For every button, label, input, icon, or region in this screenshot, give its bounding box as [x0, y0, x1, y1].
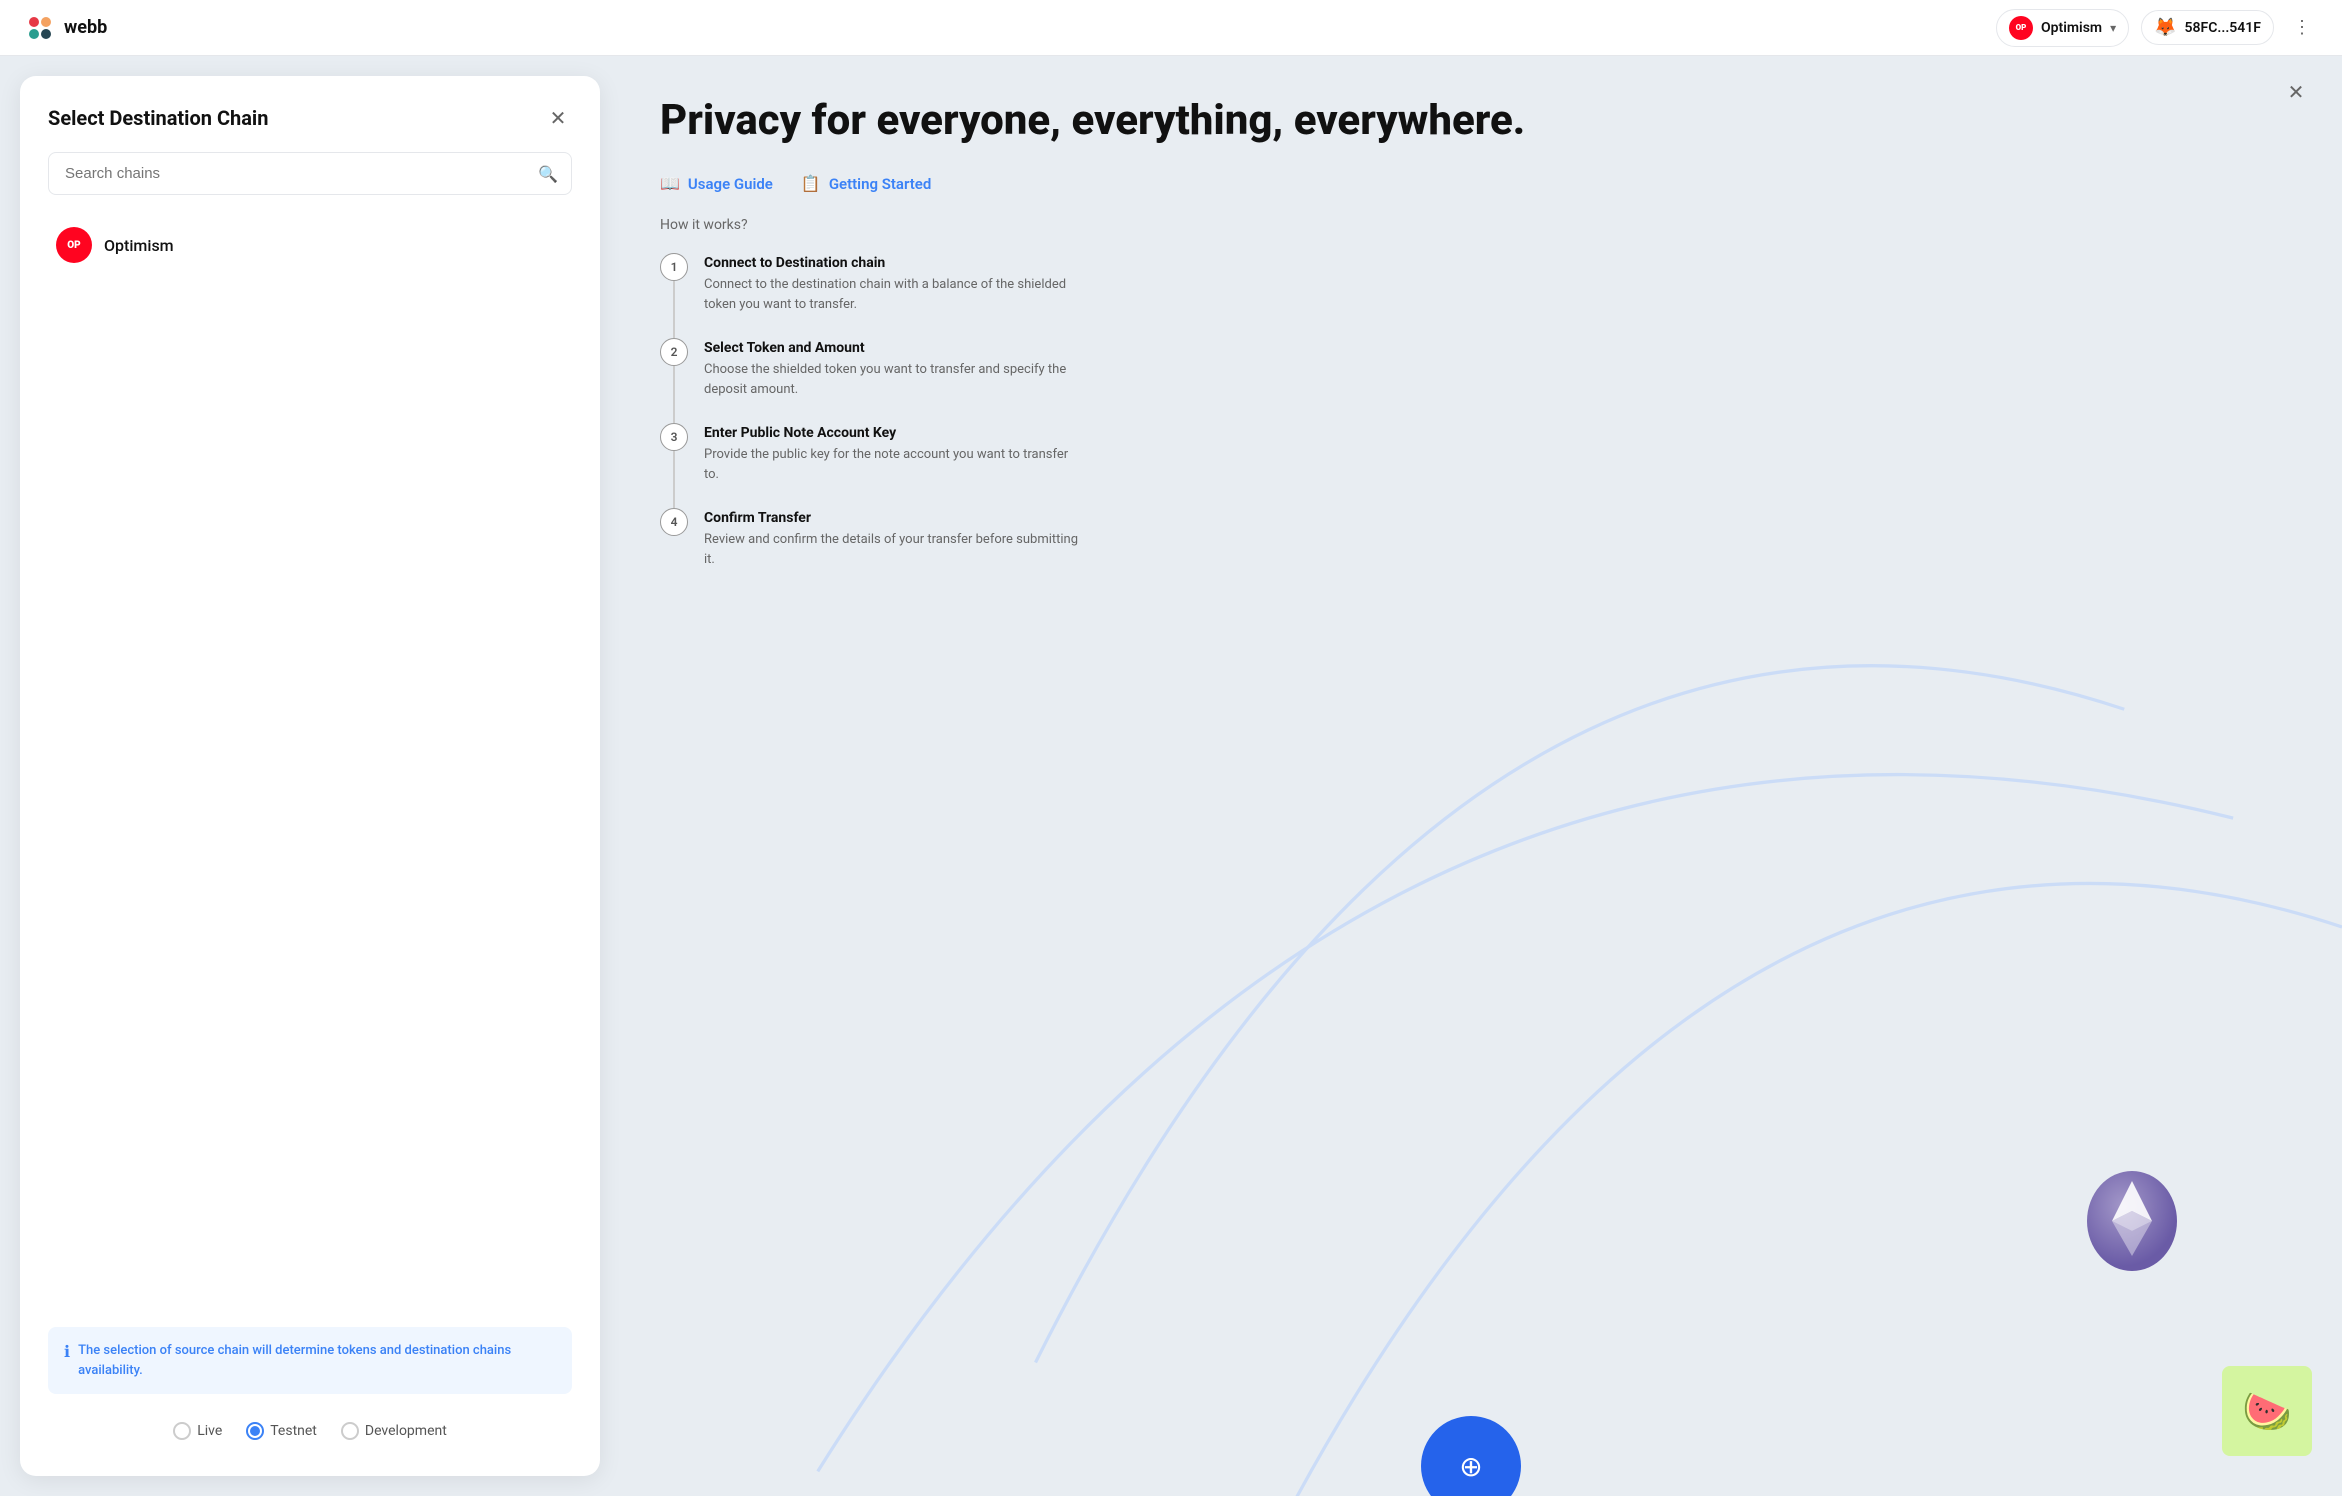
step-1-line [673, 281, 675, 338]
radio-testnet[interactable]: Testnet [246, 1422, 317, 1440]
radio-development-label: Development [365, 1423, 447, 1439]
webb-circle-decoration: ⊕ [1421, 1416, 1521, 1496]
panel-close-button[interactable]: ✕ [2280, 76, 2312, 108]
step-4-content: Confirm Transfer Review and confirm the … [704, 508, 1084, 593]
optimism-logo: OP [56, 227, 92, 263]
getting-started-icon: 📋 [801, 174, 821, 193]
hero-title: Privacy for everyone, everything, everyw… [660, 96, 2282, 146]
step-3-circle: 3 [660, 423, 688, 451]
usage-guide-link[interactable]: 📖 Usage Guide [660, 174, 773, 193]
radio-testnet-label: Testnet [270, 1423, 317, 1439]
op-badge: OP [2009, 16, 2033, 40]
wallet-address: 58FC...541F [2185, 20, 2261, 36]
main-content: Select Destination Chain ✕ 🔍 OP Optimism… [0, 56, 2342, 1496]
logo: webb [24, 12, 107, 44]
step-1-circle: 1 [660, 253, 688, 281]
info-text: The selection of source chain will deter… [78, 1341, 556, 1380]
step-1-left: 1 [660, 253, 688, 338]
search-container: 🔍 [48, 152, 572, 195]
watermelon-card-decoration: 🍉 [2222, 1366, 2312, 1456]
step-2-circle: 2 [660, 338, 688, 366]
select-destination-chain-modal: Select Destination Chain ✕ 🔍 OP Optimism… [20, 76, 600, 1476]
step-3-content: Enter Public Note Account Key Provide th… [704, 423, 1084, 508]
step-1: 1 Connect to Destination chain Connect t… [660, 253, 2282, 338]
radio-live[interactable]: Live [173, 1422, 222, 1440]
webb-logo-icon [24, 12, 56, 44]
search-icon: 🔍 [538, 164, 558, 183]
step-3-left: 3 [660, 423, 688, 508]
more-options-button[interactable]: ⋮ [2286, 12, 2318, 44]
getting-started-link[interactable]: 📋 Getting Started [801, 174, 931, 193]
chain-selector[interactable]: OP Optimism ▾ [1996, 9, 2129, 47]
step-2-line [673, 366, 675, 423]
wallet-button[interactable]: 🦊 58FC...541F [2141, 10, 2274, 45]
close-icon: ✕ [550, 106, 567, 130]
logo-text: webb [64, 17, 107, 38]
how-it-works-label: How it works? [660, 217, 2282, 233]
modal-header: Select Destination Chain ✕ [48, 104, 572, 132]
step-2-left: 2 [660, 338, 688, 423]
step-2-content: Select Token and Amount Choose the shiel… [704, 338, 1084, 423]
step-4-desc: Review and confirm the details of your t… [704, 530, 1084, 569]
header: webb OP Optimism ▾ 🦊 58FC...541F ⋮ [0, 0, 2342, 56]
info-icon: ℹ [64, 1342, 70, 1361]
header-controls: OP Optimism ▾ 🦊 58FC...541F ⋮ [1996, 9, 2318, 47]
step-3: 3 Enter Public Note Account Key Provide … [660, 423, 2282, 508]
metamask-icon: 🦊 [2154, 17, 2176, 38]
usage-guide-icon: 📖 [660, 174, 680, 193]
step-1-desc: Connect to the destination chain with a … [704, 275, 1084, 314]
modal-title: Select Destination Chain [48, 106, 268, 130]
steps-list: 1 Connect to Destination chain Connect t… [660, 253, 2282, 593]
step-1-content: Connect to Destination chain Connect to … [704, 253, 1084, 338]
info-box: ℹ The selection of source chain will det… [48, 1327, 572, 1394]
step-4-title: Confirm Transfer [704, 510, 1084, 526]
chain-item-optimism[interactable]: OP Optimism [48, 215, 572, 275]
right-panel: ✕ Privacy for everyone, everything, ever… [600, 56, 2342, 1496]
modal-close-button[interactable]: ✕ [544, 104, 572, 132]
step-3-desc: Provide the public key for the note acco… [704, 445, 1084, 484]
step-2-desc: Choose the shielded token you want to tr… [704, 360, 1084, 399]
guide-links: 📖 Usage Guide 📋 Getting Started [660, 174, 2282, 193]
eth-orb-decoration [2082, 1166, 2182, 1276]
radio-testnet-outer [246, 1422, 264, 1440]
step-2: 2 Select Token and Amount Choose the shi… [660, 338, 2282, 423]
chain-name: Optimism [2041, 20, 2102, 36]
step-3-title: Enter Public Note Account Key [704, 425, 1084, 441]
step-4: 4 Confirm Transfer Review and confirm th… [660, 508, 2282, 593]
chain-item-name: Optimism [104, 236, 174, 255]
network-radio-group: Live Testnet Development [48, 1414, 572, 1448]
radio-development-outer [341, 1422, 359, 1440]
radio-live-outer [173, 1422, 191, 1440]
panel-close-icon: ✕ [2288, 80, 2305, 104]
usage-guide-label: Usage Guide [688, 175, 773, 193]
radio-development[interactable]: Development [341, 1422, 447, 1440]
radio-live-label: Live [197, 1423, 222, 1439]
step-3-line [673, 451, 675, 508]
more-icon: ⋮ [2293, 17, 2311, 38]
step-4-left: 4 [660, 508, 688, 593]
getting-started-label: Getting Started [829, 175, 931, 193]
search-input[interactable] [48, 152, 572, 195]
step-4-circle: 4 [660, 508, 688, 536]
step-2-title: Select Token and Amount [704, 340, 1084, 356]
step-1-title: Connect to Destination chain [704, 255, 1084, 271]
chevron-down-icon: ▾ [2110, 21, 2116, 35]
chain-list: OP Optimism [48, 215, 572, 1307]
radio-testnet-inner [250, 1426, 260, 1436]
